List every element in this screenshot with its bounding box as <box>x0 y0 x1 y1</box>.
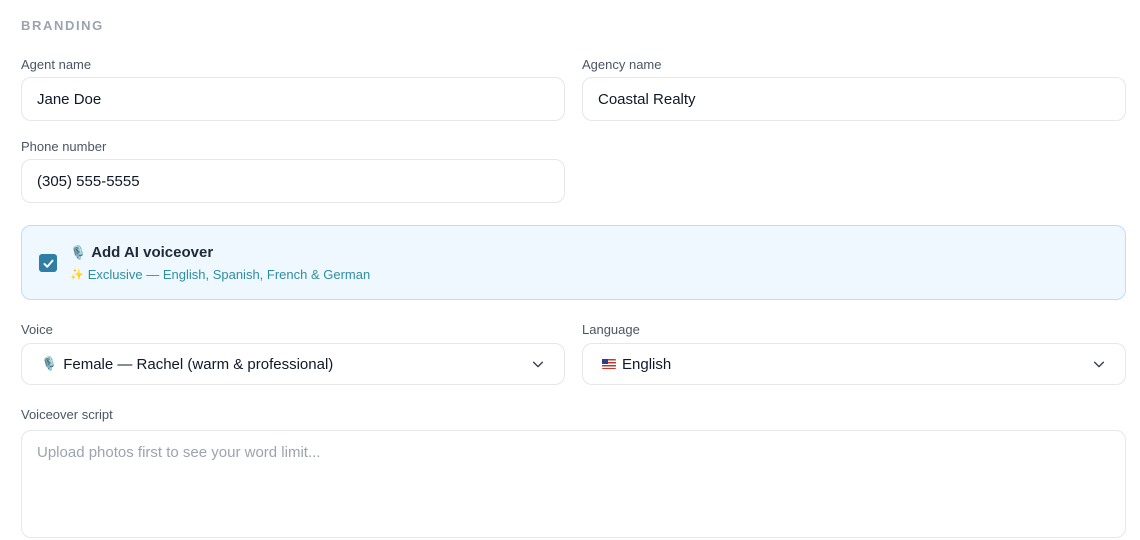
agent-name-label: Agent name <box>21 57 92 72</box>
sparkle-icon: ✨ <box>70 269 84 281</box>
us-flag-icon <box>602 359 616 369</box>
agency-name-label: Agency name <box>582 57 662 72</box>
voiceover-script-textarea[interactable]: Upload photos first to see your word lim… <box>21 430 1126 538</box>
ai-voiceover-subtitle: ✨ Exclusive — English, Spanish, French &… <box>70 267 370 282</box>
language-selected-value: English <box>622 355 672 373</box>
microphone-icon: 🎙️ <box>41 356 58 371</box>
phone-number-value: (305) 555-5555 <box>37 172 140 190</box>
phone-number-label: Phone number <box>21 139 107 154</box>
agency-name-input[interactable]: Coastal Realty <box>582 77 1126 121</box>
phone-number-input[interactable]: (305) 555-5555 <box>21 159 565 203</box>
checkmark-icon <box>42 259 54 268</box>
ai-voiceover-checkbox[interactable] <box>39 254 57 272</box>
voice-select[interactable]: 🎙️ Female — Rachel (warm & professional) <box>21 343 565 385</box>
agent-name-value: Jane Doe <box>37 90 102 108</box>
agent-name-input[interactable]: Jane Doe <box>21 77 565 121</box>
voiceover-script-label: Voiceover script <box>21 407 113 422</box>
language-label: Language <box>582 322 640 337</box>
ai-voiceover-title-text: Add AI voiceover <box>91 244 214 261</box>
voice-selected-value: Female — Rachel (warm & professional) <box>63 355 334 373</box>
voice-label: Voice <box>21 322 53 337</box>
chevron-down-icon <box>1093 361 1105 368</box>
chevron-down-icon <box>532 361 544 368</box>
ai-voiceover-subtitle-text: Exclusive — English, Spanish, French & G… <box>87 267 371 282</box>
ai-voiceover-title: 🎙️ Add AI voiceover <box>70 244 213 261</box>
agency-name-value: Coastal Realty <box>598 90 696 108</box>
section-title: BRANDING <box>21 18 104 33</box>
microphone-icon: 🎙️ <box>70 244 87 260</box>
language-select[interactable]: English <box>582 343 1126 385</box>
voiceover-script-placeholder: Upload photos first to see your word lim… <box>37 444 321 461</box>
ai-voiceover-option[interactable]: 🎙️ Add AI voiceover ✨ Exclusive — Englis… <box>21 225 1126 300</box>
